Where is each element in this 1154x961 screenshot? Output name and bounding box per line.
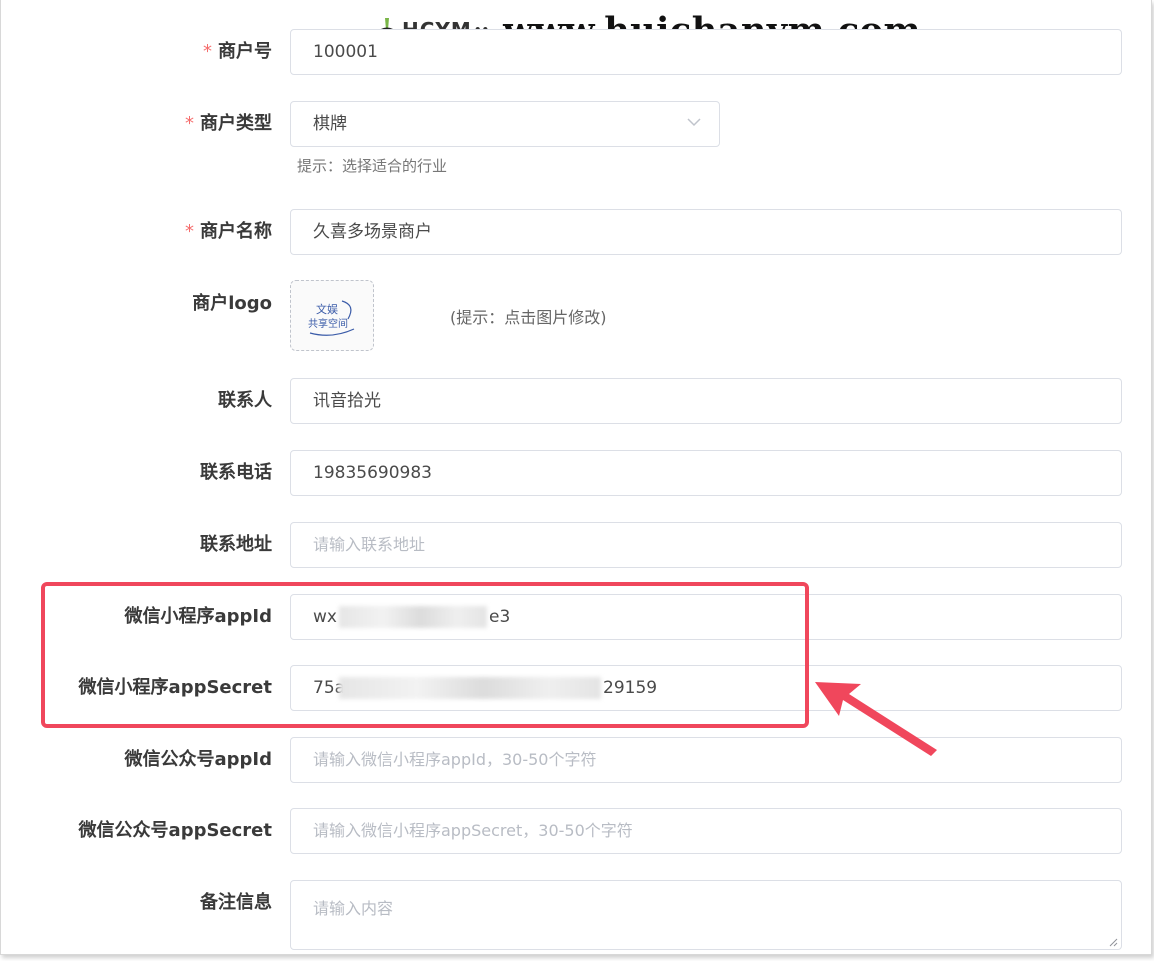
chevron-down-icon	[687, 115, 701, 129]
remark-textarea[interactable]: 请输入内容	[290, 880, 1122, 950]
contact-phone-input[interactable]: 19835690983	[290, 450, 1122, 496]
merchant-logo-image: 文娱 共享空间	[308, 299, 355, 336]
mp-secret-input[interactable]: 请输入微信小程序appSecret，30-50个字符	[290, 808, 1122, 854]
mp-appid-input[interactable]: 请输入微信小程序appId，30-50个字符	[290, 737, 1122, 783]
row-mp-appid: 微信公众号appId 请输入微信小程序appId，30-50个字符	[0, 737, 1154, 783]
remark-placeholder: 请输入内容	[313, 899, 394, 918]
merchant-no-label: * 商户号	[203, 41, 272, 62]
contact-person-input[interactable]: 讯音拾光	[290, 378, 1122, 424]
contact-phone-label: 联系电话	[200, 462, 272, 483]
highlight-box	[41, 582, 809, 728]
contact-person-label: 联系人	[218, 390, 272, 411]
remark-label: 备注信息	[200, 892, 272, 913]
merchant-logo-upload[interactable]: 文娱 共享空间	[290, 280, 374, 351]
row-contact-phone: 联系电话 19835690983	[0, 450, 1154, 496]
merchant-type-value: 棋牌	[313, 114, 347, 134]
row-contact-address: 联系地址 请输入联系地址	[0, 522, 1154, 568]
resize-grip-icon[interactable]	[1108, 937, 1118, 947]
merchant-logo-label: 商户logo	[192, 293, 272, 314]
merchant-logo-hint: (提示：点击图片修改)	[450, 308, 607, 327]
merchant-type-hint: 提示：选择适合的行业	[297, 157, 448, 175]
row-contact-person: 联系人 讯音拾光	[0, 378, 1154, 424]
row-merchant-name: * 商户名称 久喜多场景商户	[0, 209, 1154, 255]
arrow-icon	[815, 682, 937, 756]
required-mark: *	[185, 221, 194, 242]
row-mp-secret: 微信公众号appSecret 请输入微信小程序appSecret，30-50个字…	[0, 808, 1154, 854]
contact-address-input[interactable]: 请输入联系地址	[290, 522, 1122, 568]
merchant-name-input[interactable]: 久喜多场景商户	[290, 209, 1122, 255]
mp-appid-label: 微信公众号appId	[124, 749, 273, 770]
merchant-type-label: * 商户类型	[185, 113, 272, 134]
merchant-type-select[interactable]: 棋牌	[290, 101, 720, 147]
required-mark: *	[203, 41, 212, 62]
row-merchant-no: * 商户号 100001	[0, 29, 1154, 75]
svg-text:文娱: 文娱	[316, 302, 338, 316]
contact-address-label: 联系地址	[200, 534, 272, 555]
required-mark: *	[185, 113, 194, 134]
svg-text:共享空间: 共享空间	[308, 317, 348, 330]
merchant-no-input[interactable]: 100001	[290, 29, 1122, 75]
merchant-name-label: * 商户名称	[185, 221, 272, 242]
mp-secret-label: 微信公众号appSecret	[78, 820, 272, 841]
row-merchant-type: * 商户类型 棋牌	[0, 101, 1154, 147]
